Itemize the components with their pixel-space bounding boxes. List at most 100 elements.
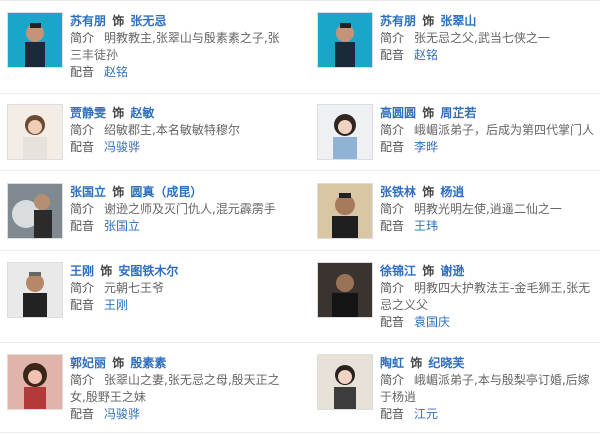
relation-label: 饰: [410, 356, 423, 370]
voice-actor-name[interactable]: 李晔: [414, 140, 438, 154]
role-name[interactable]: 安图铁木尔: [118, 264, 178, 278]
role-name[interactable]: 赵敏: [130, 106, 154, 120]
voice-actor-name[interactable]: 袁国庆: [414, 315, 450, 329]
intro-label: 简介: [70, 31, 95, 45]
cast-header: 高圆圆 饰 周芷若: [380, 104, 600, 122]
voice-actor-name[interactable]: 赵铭: [414, 48, 438, 62]
actor-photo[interactable]: [317, 262, 373, 318]
role-name[interactable]: 纪晓芙: [428, 356, 464, 370]
cast-header: 苏有朋 饰 张翠山: [380, 12, 600, 30]
role-description: 明教光明左使,逍遥二仙之一: [414, 202, 562, 216]
role-description: 张无忌之父,武当七侠之一: [414, 31, 550, 45]
actor-photo[interactable]: [7, 12, 63, 68]
voice-label: 配音: [380, 219, 405, 233]
actor-photo[interactable]: [7, 104, 63, 160]
cast-header: 张铁林 饰 杨逍: [380, 183, 600, 201]
relation-label: 饰: [100, 264, 113, 278]
cast-card: 苏有朋 饰 张无忌 简介 明教教主,张翠山与殷素素之子,张三丰徒孙 配音 赵铭: [0, 12, 290, 92]
intro-label: 简介: [70, 373, 95, 387]
voice-actor-name[interactable]: 王刚: [104, 298, 128, 312]
relation-label: 饰: [112, 14, 125, 28]
intro-label: 简介: [380, 373, 405, 387]
intro-label: 简介: [380, 202, 405, 216]
cast-card: 徐锦江 饰 谢逊 简介 明教四大护教法王-金毛狮王,张无忌之义父 配音 袁国庆: [310, 262, 600, 342]
voice-actor-name[interactable]: 张国立: [104, 219, 140, 233]
role-description: 元朝七王爷: [104, 281, 165, 295]
voice-line: 配音 赵铭: [70, 64, 290, 81]
actor-name[interactable]: 徐锦江: [380, 264, 416, 278]
actor-photo[interactable]: [7, 262, 63, 318]
voice-line: 配音 王刚: [70, 297, 290, 314]
divider: [0, 250, 600, 251]
role-name[interactable]: 圆真（成昆）: [130, 185, 202, 199]
cast-card: 张国立 饰 圆真（成昆） 简介 谢逊之师及灭门仇人,混元霹雳手 配音 张国立: [0, 183, 290, 263]
role-name[interactable]: 谢逊: [440, 264, 464, 278]
intro-line: 简介 元朝七王爷: [70, 280, 290, 297]
role-description: 张翠山之妻,张无忌之母,殷天正之女,殷野王之妹: [70, 373, 280, 404]
role-description: 峨嵋派弟子,本与殷梨亭订婚,后嫁于杨逍: [380, 373, 590, 404]
role-name[interactable]: 张翠山: [440, 14, 476, 28]
voice-line: 配音 冯骏骅: [70, 139, 290, 156]
cast-header: 贾静雯 饰 赵敏: [70, 104, 290, 122]
actor-name[interactable]: 高圆圆: [380, 106, 416, 120]
role-name[interactable]: 张无忌: [130, 14, 166, 28]
voice-label: 配音: [70, 298, 95, 312]
intro-label: 简介: [380, 31, 405, 45]
relation-label: 饰: [422, 106, 435, 120]
cast-list: 苏有朋 饰 张无忌 简介明教教主,张翠山与殷素素之子,张三丰徒孙 配音赵铭: [0, 0, 600, 434]
actor-portrait-icon: [318, 263, 372, 317]
actor-name[interactable]: 贾静雯: [70, 106, 106, 120]
role-description: 明教四大护教法王-金毛狮王,张无忌之义父: [380, 281, 591, 312]
voice-line: 配音 冯骏骅: [70, 406, 290, 423]
intro-line: 简介 张翠山之妻,张无忌之母,殷天正之女,殷野王之妹: [70, 372, 290, 406]
cast-card: 陶虹 饰 纪晓芙 简介 峨嵋派弟子,本与殷梨亭订婚,后嫁于杨逍 配音 江元: [310, 354, 600, 434]
actor-name[interactable]: 苏有朋: [70, 14, 106, 28]
actor-photo[interactable]: [7, 354, 63, 410]
intro-line: 简介 明教四大护教法王-金毛狮王,张无忌之义父: [380, 280, 600, 314]
actor-name[interactable]: 苏有朋: [380, 14, 416, 28]
actor-portrait-icon: [318, 184, 372, 238]
voice-actor-name[interactable]: 冯骏骅: [104, 407, 140, 421]
cast-header: 王刚 饰 安图铁木尔: [70, 262, 290, 280]
voice-line: 配音 赵铭: [380, 47, 600, 64]
actor-name[interactable]: 陶虹: [380, 356, 404, 370]
actor-name[interactable]: 张铁林: [380, 185, 416, 199]
actor-portrait-icon: [318, 13, 372, 67]
actor-photo[interactable]: [317, 104, 373, 160]
actor-name[interactable]: 郭妃丽: [70, 356, 106, 370]
voice-label: 配音: [70, 407, 95, 421]
cast-header: 郭妃丽 饰 殷素素: [70, 354, 290, 372]
cast-card: 张铁林 饰 杨逍 简介 明教光明左使,逍遥二仙之一 配音 王玮: [310, 183, 600, 263]
voice-label: 配音: [70, 140, 95, 154]
role-description: 峨嵋派弟子，后成为第四代掌门人: [414, 123, 595, 137]
actor-photo[interactable]: [317, 183, 373, 239]
voice-actor-name[interactable]: 王玮: [414, 219, 438, 233]
actor-photo[interactable]: [7, 183, 63, 239]
actor-name[interactable]: 王刚: [70, 264, 94, 278]
voice-actor-name[interactable]: 赵铭: [104, 65, 128, 79]
role-description: 谢逊之师及灭门仇人,混元霹雳手: [104, 202, 276, 216]
role-description: 绍敏郡主,本名敏敏特穆尔: [104, 123, 240, 137]
intro-line: 简介 张无忌之父,武当七侠之一: [380, 30, 600, 47]
intro-line: 简介 绍敏郡主,本名敏敏特穆尔: [70, 122, 290, 139]
relation-label: 饰: [422, 264, 435, 278]
actress-portrait-icon: [318, 105, 372, 159]
role-name[interactable]: 杨逍: [440, 185, 464, 199]
voice-actor-name[interactable]: 江元: [414, 407, 438, 421]
actor-name[interactable]: 张国立: [70, 185, 106, 199]
actress-portrait-icon: [318, 355, 372, 409]
voice-line: 配音 袁国庆: [380, 314, 600, 331]
actor-photo[interactable]: [317, 12, 373, 68]
actor-portrait-icon: [8, 184, 62, 238]
actor-portrait-icon: [8, 13, 62, 67]
actor-portrait-icon: [8, 263, 62, 317]
role-name[interactable]: 殷素素: [130, 356, 166, 370]
relation-label: 饰: [112, 356, 125, 370]
cast-header: 徐锦江 饰 谢逊: [380, 262, 600, 280]
voice-actor-name[interactable]: 冯骏骅: [104, 140, 140, 154]
role-name[interactable]: 周芷若: [440, 106, 476, 120]
intro-label: 简介: [380, 281, 405, 295]
divider: [0, 342, 600, 343]
intro-label: 简介: [380, 123, 405, 137]
actor-photo[interactable]: [317, 354, 373, 410]
